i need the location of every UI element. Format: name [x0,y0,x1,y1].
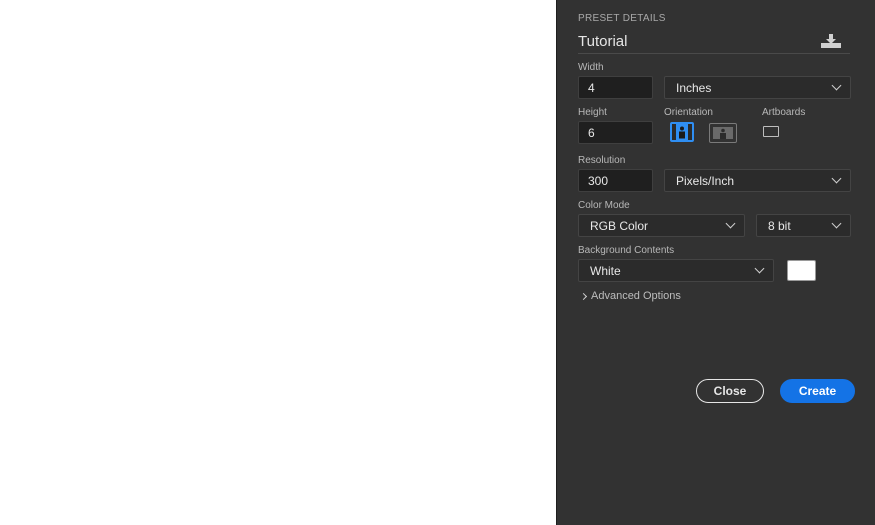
preset-details-panel: PRESET DETAILS Tutorial Width 4 Inches H… [556,0,875,525]
resolution-label: Resolution [578,155,626,166]
resolution-unit-value: Pixels/Inch [676,173,735,188]
width-label: Width [578,62,604,73]
section-title: PRESET DETAILS [578,13,666,24]
artboards-label: Artboards [762,107,806,118]
resolution-unit-dropdown[interactable]: Pixels/Inch [664,169,851,192]
chevron-down-icon [831,80,842,91]
background-contents-dropdown[interactable]: White [578,259,774,282]
bit-depth-dropdown[interactable]: 8 bit [756,214,851,237]
background-color-swatch[interactable] [787,260,816,281]
bit-depth-value: 8 bit [768,218,791,233]
chevron-down-icon [831,173,842,184]
chevron-down-icon [831,218,842,229]
height-label: Height [578,107,607,118]
download-icon[interactable] [819,33,843,49]
portrait-orientation-button[interactable] [670,122,694,142]
preset-name-field[interactable]: Tutorial [578,33,627,50]
width-unit-value: Inches [676,80,712,95]
resolution-input[interactable]: 300 [578,169,653,192]
background-contents-label: Background Contents [578,245,675,256]
preset-name-underline [578,53,850,54]
color-mode-dropdown[interactable]: RGB Color [578,214,745,237]
chevron-down-icon [725,218,736,229]
width-unit-dropdown[interactable]: Inches [664,76,851,99]
advanced-options-toggle[interactable]: Advanced Options [579,290,681,302]
artboards-checkbox[interactable] [763,126,779,137]
width-input[interactable]: 4 [578,76,653,99]
height-input[interactable]: 6 [578,121,653,144]
chevron-right-icon [579,292,588,300]
chevron-down-icon [754,263,765,274]
close-button[interactable]: Close [696,379,764,403]
orientation-label: Orientation [664,107,713,118]
landscape-icon [713,127,733,139]
create-button[interactable]: Create [780,379,855,403]
landscape-orientation-button[interactable] [709,123,737,143]
color-mode-value: RGB Color [590,218,649,233]
canvas-area [0,0,556,525]
portrait-icon [676,124,688,140]
color-mode-label: Color Mode [578,200,630,211]
advanced-options-label: Advanced Options [591,290,681,302]
background-contents-value: White [590,263,621,278]
